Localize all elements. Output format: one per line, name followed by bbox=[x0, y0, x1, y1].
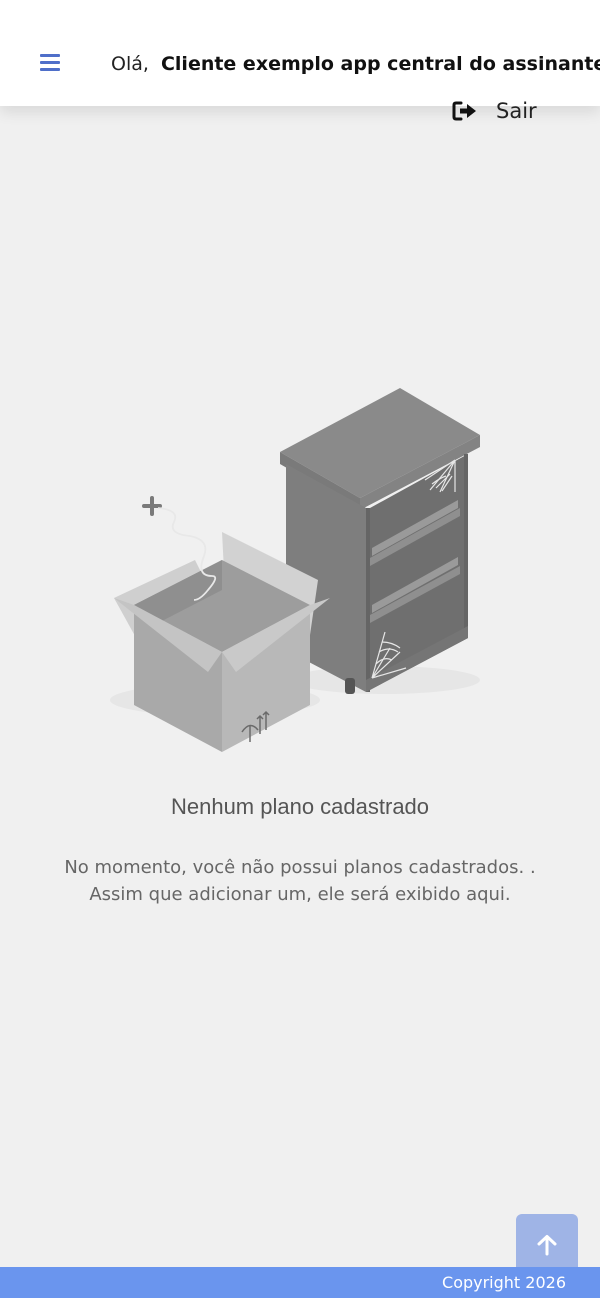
arrow-up-icon bbox=[537, 1235, 557, 1256]
empty-state-title: Nenhum plano cadastrado bbox=[170, 794, 430, 819]
app-header: Olá, Cliente exemplo app central do assi… bbox=[0, 0, 600, 106]
empty-box-and-shelf-illustration bbox=[110, 388, 480, 752]
footer: Copyright 2026 bbox=[0, 1267, 600, 1298]
logout-label: Sair bbox=[496, 99, 537, 123]
hamburger-menu-icon[interactable] bbox=[36, 50, 64, 76]
customer-name: Cliente exemplo app central do assinante bbox=[160, 53, 600, 75]
logout-button[interactable]: Sair bbox=[452, 96, 537, 126]
empty-state-description: No momento, você não possui planos cadas… bbox=[20, 854, 580, 908]
sign-out-icon bbox=[452, 101, 476, 121]
greeting: Olá, Cliente exemplo app central do assi… bbox=[111, 51, 600, 77]
greeting-prefix: Olá, bbox=[111, 53, 149, 75]
empty-state-line-2: Assim que adicionar um, ele será exibido… bbox=[89, 884, 511, 905]
copyright-text: Copyright 2026 bbox=[442, 1273, 566, 1292]
empty-state-line-1: No momento, você não possui planos cadas… bbox=[64, 857, 536, 878]
